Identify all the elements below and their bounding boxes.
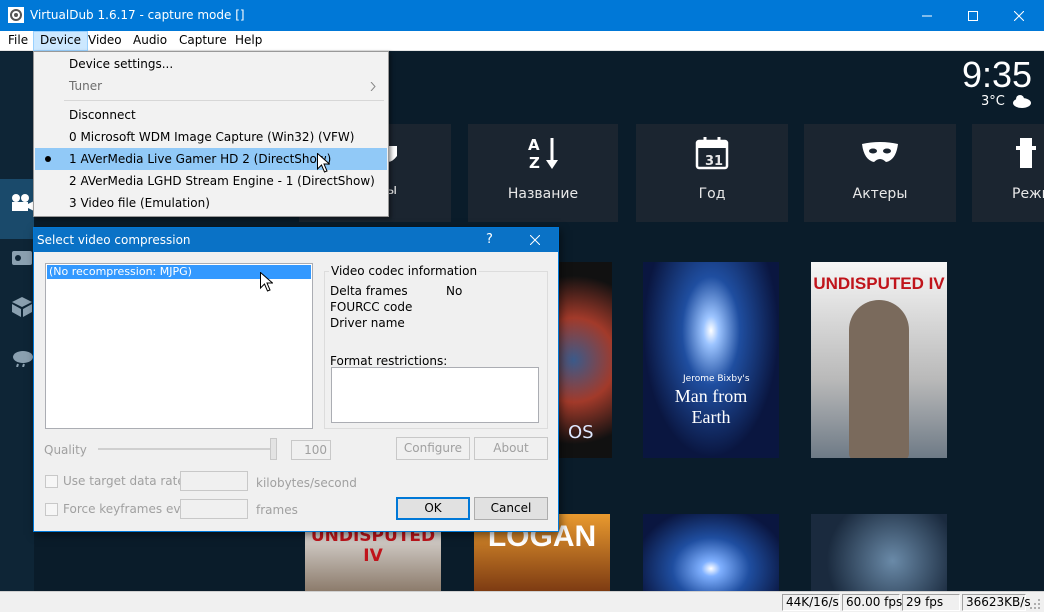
dialog-title: Select video compression bbox=[37, 233, 191, 247]
target-rate-field[interactable] bbox=[180, 471, 248, 491]
menu-item-device-2[interactable]: 2 AVerMedia LGHD Stream Engine - 1 (Dire… bbox=[35, 170, 387, 192]
status-audio-rate: 44K/16/s bbox=[782, 594, 840, 611]
title-bar[interactable]: VirtualDub 1.6.17 - capture mode [] bbox=[0, 0, 1044, 31]
resize-grip-icon[interactable] bbox=[1030, 599, 1041, 610]
menu-item-device-settings[interactable]: Device settings... bbox=[35, 53, 387, 75]
addons-icon bbox=[12, 297, 32, 317]
tile-actors[interactable]: Актеры bbox=[804, 124, 956, 222]
rate-unit-label: kilobytes/second bbox=[256, 476, 357, 490]
menu-item-device-0[interactable]: 0 Microsoft WDM Image Capture (Win32) (V… bbox=[35, 126, 387, 148]
status-data-rate: 36623KB/s bbox=[962, 594, 1031, 611]
menu-capture[interactable]: Capture bbox=[173, 31, 233, 51]
cloud-icon bbox=[1013, 95, 1031, 108]
mouse-cursor-icon bbox=[260, 272, 273, 292]
svg-text:Z: Z bbox=[529, 154, 540, 170]
configure-button[interactable]: Configure bbox=[396, 437, 470, 460]
menu-bar: File Device Video Audio Capture Help bbox=[0, 31, 1044, 51]
menu-item-device-1[interactable]: 1 AVerMedia Live Gamer HD 2 (DirectShow) bbox=[35, 148, 387, 170]
tile-director-label: Режи bbox=[1012, 186, 1044, 202]
dialog-title-bar[interactable]: Select video compression ? bbox=[34, 228, 558, 252]
poster-space-2[interactable] bbox=[811, 514, 947, 591]
calendar-day: 31 bbox=[705, 154, 724, 169]
maximize-icon bbox=[968, 10, 978, 21]
svg-text:A: A bbox=[528, 136, 540, 154]
sort-az-icon: A Z bbox=[528, 136, 558, 170]
menu-video[interactable]: Video bbox=[82, 31, 128, 51]
status-bar: 44K/16/s 60.00 fps 29 fps 36623KB/s bbox=[0, 591, 1044, 612]
menu-file[interactable]: File bbox=[2, 31, 34, 51]
frames-unit-label: frames bbox=[256, 503, 298, 517]
maximize-button[interactable] bbox=[950, 0, 996, 31]
kodi-sidebar bbox=[0, 52, 34, 591]
tile-year-label: Год bbox=[698, 186, 726, 202]
format-restrictions-box bbox=[331, 367, 539, 423]
quality-label: Quality bbox=[44, 443, 87, 457]
poster-mfe-title: Man from Earth bbox=[674, 386, 748, 427]
tile-actors-label: Актеры bbox=[852, 186, 908, 202]
minimize-button[interactable] bbox=[904, 0, 950, 31]
dialog-close-icon[interactable] bbox=[530, 235, 540, 245]
poster-undisputed-2-title: UNDISPUTED IV bbox=[310, 526, 436, 566]
weather-temp: 3°C bbox=[981, 94, 1005, 109]
close-icon bbox=[1014, 10, 1024, 21]
film-icon bbox=[1016, 138, 1036, 168]
menu-device[interactable]: Device bbox=[33, 31, 89, 51]
target-rate-checkbox[interactable] bbox=[45, 475, 58, 488]
submenu-arrow-icon bbox=[370, 82, 376, 91]
menu-item-tuner[interactable]: Tuner bbox=[35, 75, 387, 97]
status-fps-target: 60.00 fps bbox=[842, 594, 902, 611]
quality-slider-track[interactable] bbox=[98, 448, 274, 450]
mask-icon bbox=[862, 142, 898, 162]
poster-man-from-earth[interactable]: Jerome Bixby's Man from Earth bbox=[643, 262, 779, 458]
codec-list-item[interactable]: (No recompression: MJPG) bbox=[49, 265, 192, 278]
menu-item-device-3[interactable]: 3 Video file (Emulation) bbox=[35, 192, 387, 214]
device-menu: Device settings... Tuner Disconnect 0 Mi… bbox=[33, 51, 389, 217]
menu-item-disconnect[interactable]: Disconnect bbox=[35, 104, 387, 126]
delta-frames-label: Delta frames bbox=[330, 284, 408, 298]
dialog-help-button[interactable]: ? bbox=[486, 232, 493, 247]
minimize-icon bbox=[922, 15, 932, 16]
menu-help[interactable]: Help bbox=[229, 31, 268, 51]
poster-mfe-credit: Jerome Bixby's bbox=[683, 374, 750, 384]
status-fps-actual: 29 fps bbox=[902, 594, 960, 611]
tile-title-label: Название bbox=[507, 186, 579, 202]
tile-director[interactable]: Режи bbox=[972, 124, 1044, 222]
select-video-compression-dialog: Select video compression ? (No recompres… bbox=[33, 227, 559, 532]
movies-icon bbox=[12, 194, 34, 211]
poster-undisputed-title: UNDISPUTED IV bbox=[813, 274, 945, 293]
poster-undisputed[interactable]: UNDISPUTED IV bbox=[811, 262, 947, 458]
mouse-cursor-icon bbox=[317, 153, 330, 173]
poster-figure bbox=[849, 300, 909, 458]
quality-value: 100 bbox=[304, 443, 327, 457]
poster-man-from-earth-2[interactable] bbox=[643, 514, 779, 591]
about-button[interactable]: About bbox=[474, 437, 548, 460]
driver-name-label: Driver name bbox=[330, 316, 405, 330]
codec-info-group-label: Video codec information bbox=[329, 264, 480, 278]
poster-space-title: OS bbox=[568, 422, 594, 443]
cancel-button[interactable]: Cancel bbox=[474, 497, 548, 520]
clock: 9:35 bbox=[962, 54, 1033, 95]
ok-button[interactable]: OK bbox=[396, 497, 470, 520]
fourcc-label: FOURCC code bbox=[330, 300, 413, 314]
keyframes-checkbox[interactable] bbox=[45, 503, 58, 516]
radio-icon bbox=[12, 251, 32, 265]
weather-icon bbox=[13, 351, 33, 367]
quality-value-field[interactable]: 100 bbox=[291, 440, 331, 460]
keyframes-field[interactable] bbox=[180, 499, 248, 519]
virtualdub-app-icon[interactable] bbox=[8, 7, 24, 23]
close-button[interactable] bbox=[996, 0, 1042, 31]
menu-separator bbox=[64, 100, 384, 101]
tile-year[interactable]: 31 Год bbox=[636, 124, 788, 222]
tile-title[interactable]: A Z Название bbox=[468, 124, 618, 222]
menu-audio[interactable]: Audio bbox=[127, 31, 173, 51]
format-restrictions-label: Format restrictions: bbox=[330, 354, 448, 368]
quality-slider-thumb[interactable] bbox=[270, 438, 277, 460]
window-title: VirtualDub 1.6.17 - capture mode [] bbox=[30, 8, 245, 22]
delta-frames-value: No bbox=[446, 284, 463, 298]
